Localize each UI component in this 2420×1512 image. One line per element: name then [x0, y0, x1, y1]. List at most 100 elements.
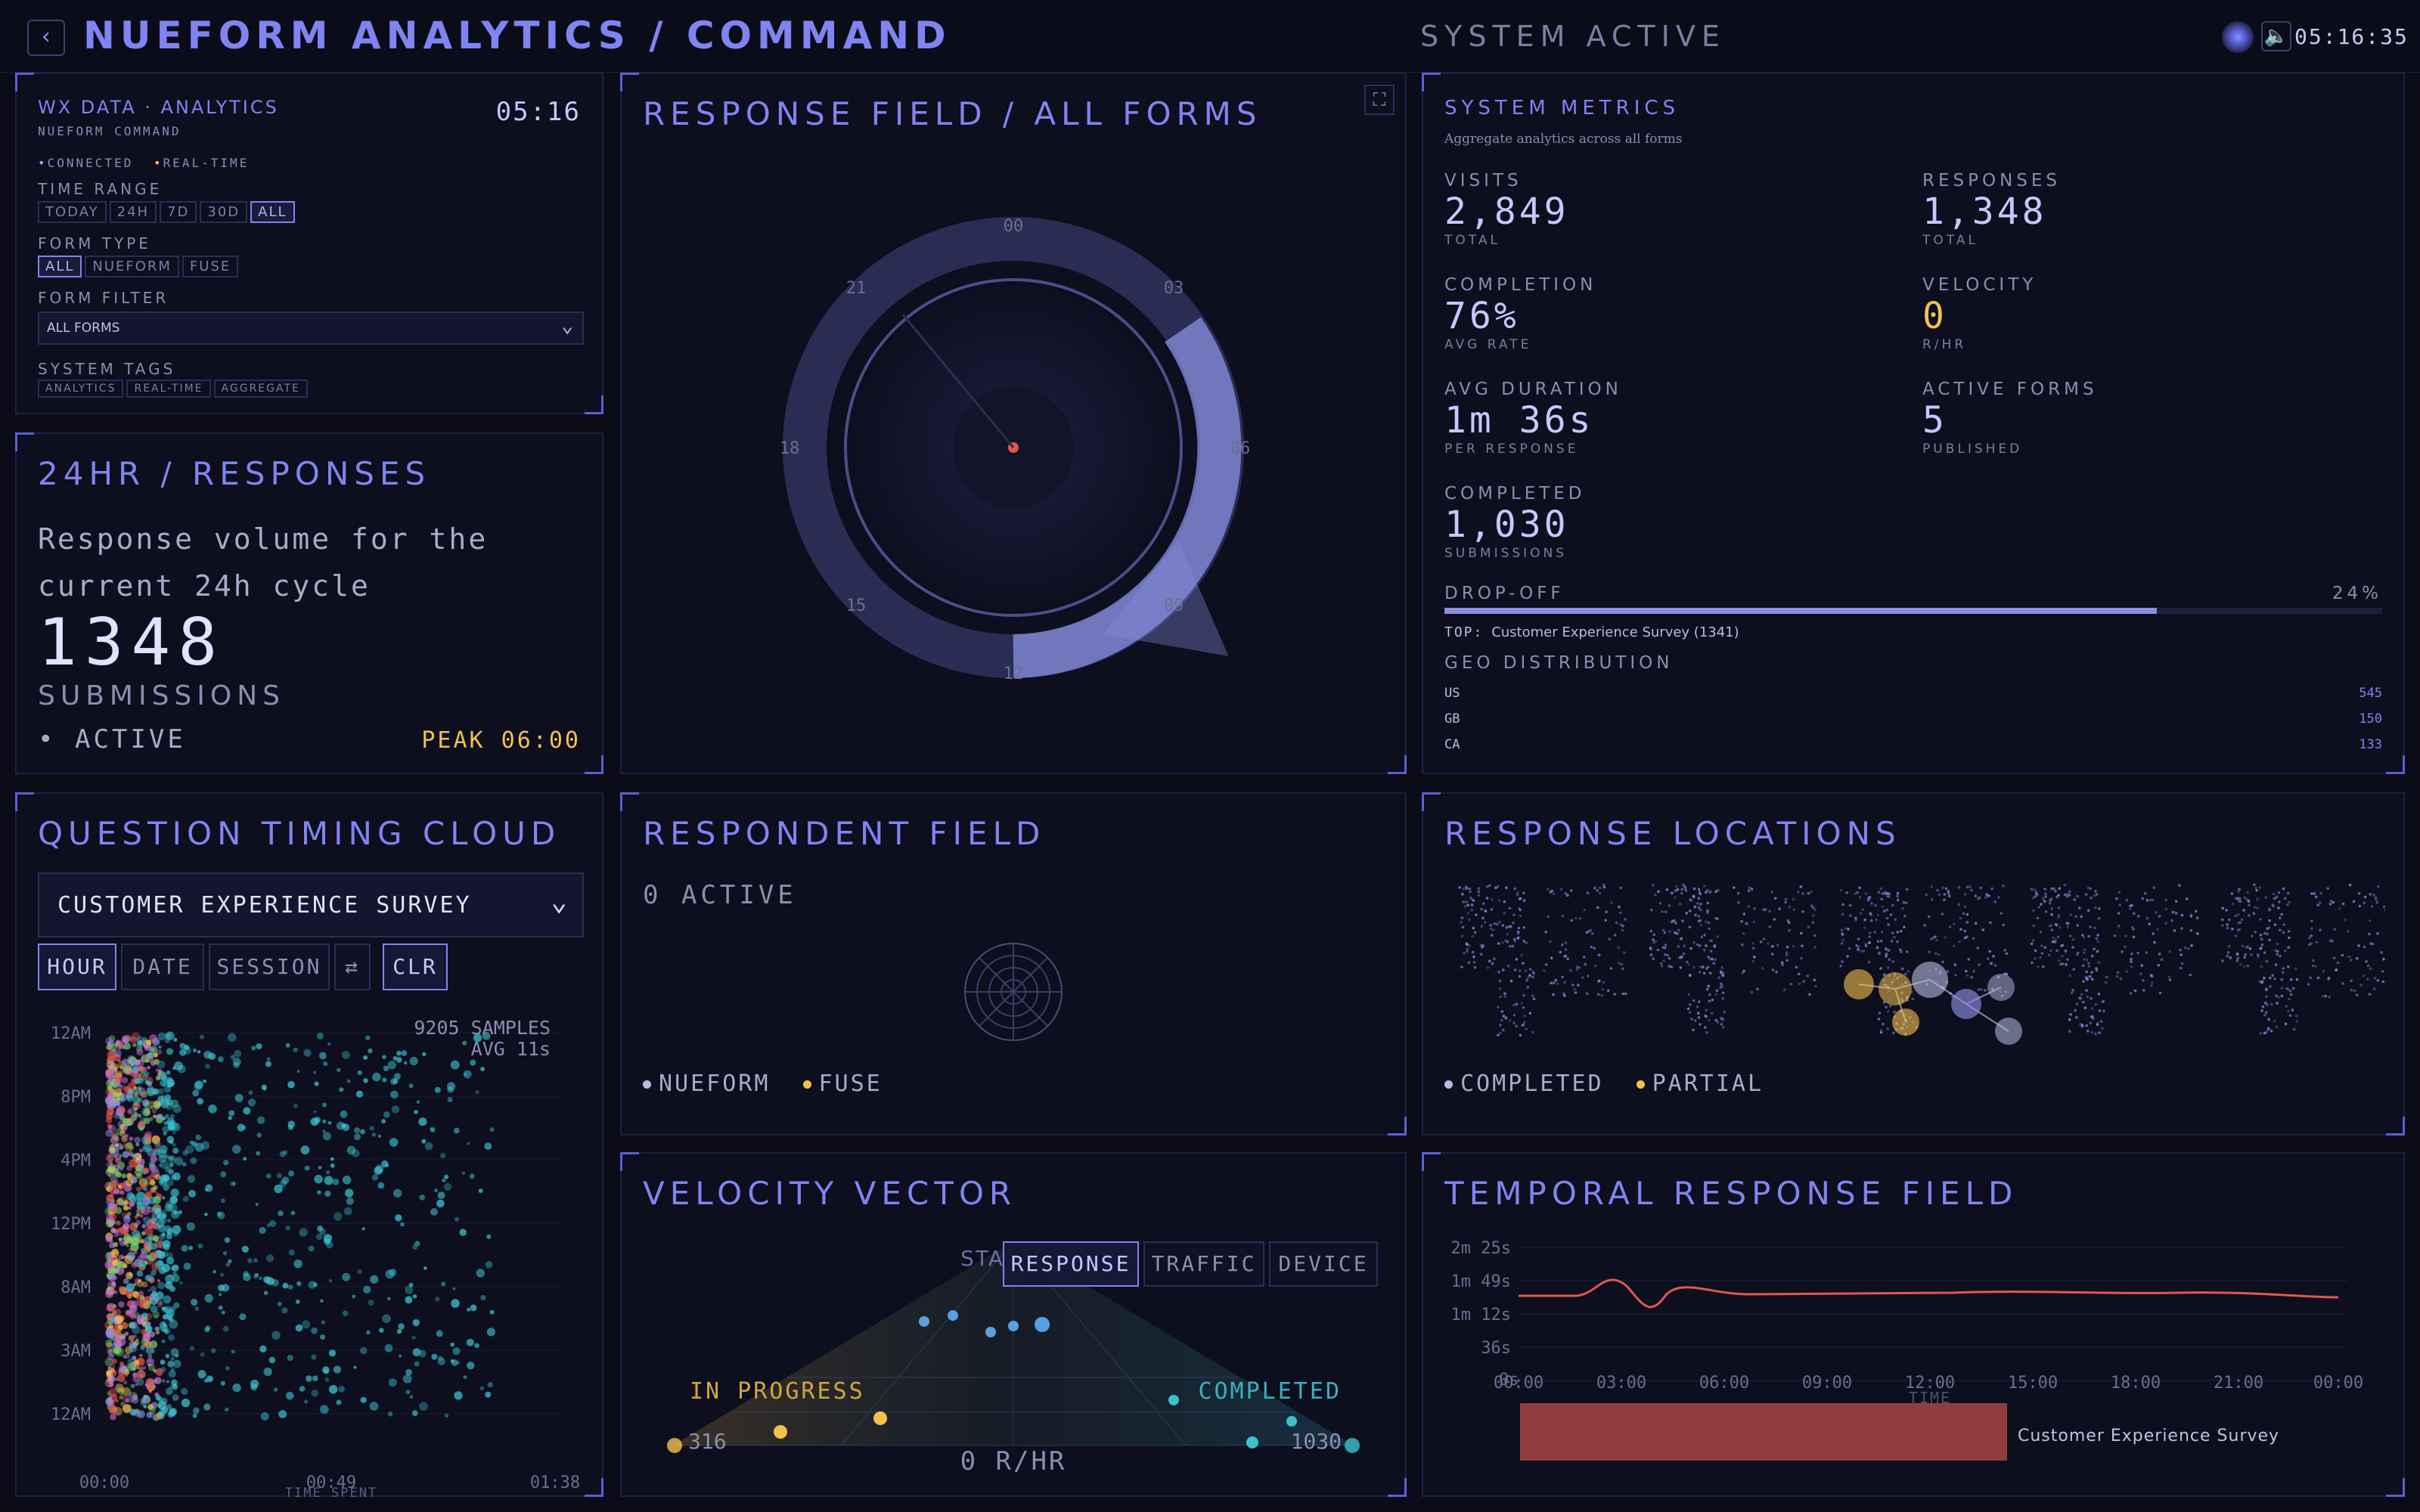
map-dot	[1649, 953, 1653, 956]
map-dot	[1550, 889, 1553, 893]
time-range-30d[interactable]: 30D	[200, 201, 248, 223]
map-dot	[1491, 962, 1494, 965]
tab-device[interactable]: DEVICE	[1269, 1241, 1378, 1287]
map-dot	[1880, 931, 1884, 934]
map-dot	[1841, 903, 1844, 906]
responses-24h-status: • ACTIVE	[38, 724, 186, 754]
map-dot	[2096, 950, 2099, 953]
map-dot	[2043, 888, 2046, 891]
form-type-all[interactable]: ALL	[38, 256, 82, 277]
timing-point	[203, 1403, 211, 1411]
timing-point	[172, 1359, 182, 1368]
map-dot	[1963, 893, 1967, 896]
timing-point	[366, 1330, 371, 1335]
timing-point	[156, 1219, 165, 1228]
timing-point	[343, 1207, 352, 1216]
map-dot	[2341, 953, 2344, 957]
timing-point	[450, 1342, 455, 1347]
timing-point	[399, 1222, 405, 1227]
form-filter-select[interactable]: ALL FORMS ⌄	[38, 311, 584, 345]
tab-response[interactable]: RESPONSE	[1003, 1241, 1139, 1287]
map-dot	[2148, 922, 2152, 926]
map-dot	[1685, 912, 1688, 915]
map-dot	[1905, 888, 1909, 891]
timing-point	[324, 1176, 334, 1185]
map-dot	[2231, 928, 2234, 931]
map-dot	[2310, 927, 2313, 931]
map-dot	[1624, 992, 1627, 996]
timing-point	[205, 1184, 213, 1192]
map-dot	[2357, 891, 2361, 895]
timing-point	[157, 1114, 163, 1120]
map-dot	[1619, 923, 1622, 926]
timing-point	[311, 1354, 317, 1360]
hour-label-12: 12	[1004, 665, 1024, 683]
timing-point	[266, 1277, 275, 1285]
timing-point	[218, 1056, 224, 1062]
timing-point	[132, 1325, 141, 1334]
session-button[interactable]: SESSION	[209, 943, 330, 990]
date-button[interactable]: DATE	[121, 943, 204, 990]
map-dot	[2238, 963, 2242, 966]
map-dot	[1708, 939, 1712, 943]
map-dot	[2168, 978, 2172, 981]
swap-axes-button[interactable]: ⇄	[334, 943, 371, 990]
map-dot	[1884, 947, 1888, 950]
map-dot	[1658, 901, 1662, 905]
y-tick: 2m 25s	[1451, 1239, 1511, 1258]
hour-button[interactable]: HOUR	[38, 943, 116, 990]
map-dot	[1848, 903, 1852, 907]
clear-button[interactable]: CLR	[383, 943, 448, 990]
time-range-24h[interactable]: 24H	[109, 201, 157, 223]
swap-icon: ⇄	[345, 954, 360, 979]
map-dot	[1702, 965, 1705, 968]
form-type-fuse[interactable]: FUSE	[182, 256, 239, 277]
timing-point	[287, 1284, 293, 1290]
timing-point	[142, 1334, 151, 1342]
map-dot	[2235, 897, 2238, 900]
map-dot	[1601, 987, 1605, 991]
timing-point	[355, 1090, 363, 1098]
time-range-today[interactable]: TODAY	[38, 201, 107, 223]
timing-point	[186, 1222, 195, 1232]
map-dot	[1967, 958, 1971, 961]
map-dot	[1972, 937, 1975, 940]
sound-toggle[interactable]: 🔈	[2261, 21, 2291, 51]
map-dot	[1463, 952, 1466, 955]
map-dot	[2040, 903, 2043, 906]
map-dot	[2084, 893, 2088, 896]
timing-point	[106, 1370, 112, 1375]
timing-point	[173, 1037, 178, 1042]
form-type-nueform[interactable]: NUEFORM	[85, 256, 179, 277]
timing-point	[139, 1374, 143, 1377]
time-range-all[interactable]: ALL	[250, 201, 295, 223]
map-dot	[1480, 907, 1483, 911]
timing-point	[257, 1116, 265, 1124]
timing-point	[282, 1282, 289, 1289]
map-dot	[1764, 908, 1767, 911]
timing-point	[317, 1190, 321, 1194]
map-dot	[1698, 971, 1702, 974]
map-dot	[1564, 941, 1568, 944]
map-dot	[2369, 967, 2372, 970]
map-dot	[1559, 888, 1562, 891]
map-dot	[1621, 992, 1624, 996]
tab-traffic[interactable]: TRAFFIC	[1143, 1241, 1264, 1287]
map-dot	[1786, 946, 1789, 949]
map-dot	[1841, 912, 1844, 916]
timing-point	[485, 1391, 492, 1398]
timing-point	[222, 1250, 228, 1256]
completed-count: 1030	[1291, 1429, 1342, 1454]
survey-select[interactable]: CUSTOMER EXPERIENCE SURVEY ⌄	[38, 872, 584, 937]
back-button[interactable]: ‹	[27, 20, 65, 56]
map-dot	[2145, 916, 2149, 920]
timing-point	[191, 1298, 198, 1306]
map-dot	[2071, 946, 2074, 949]
timing-point	[140, 1238, 145, 1244]
timing-point	[296, 1281, 302, 1286]
map-dot	[1683, 887, 1687, 891]
timing-point	[312, 1375, 318, 1382]
time-range-7d[interactable]: 7D	[160, 201, 197, 223]
map-dot	[1469, 890, 1472, 894]
map-dot	[1863, 918, 1866, 922]
